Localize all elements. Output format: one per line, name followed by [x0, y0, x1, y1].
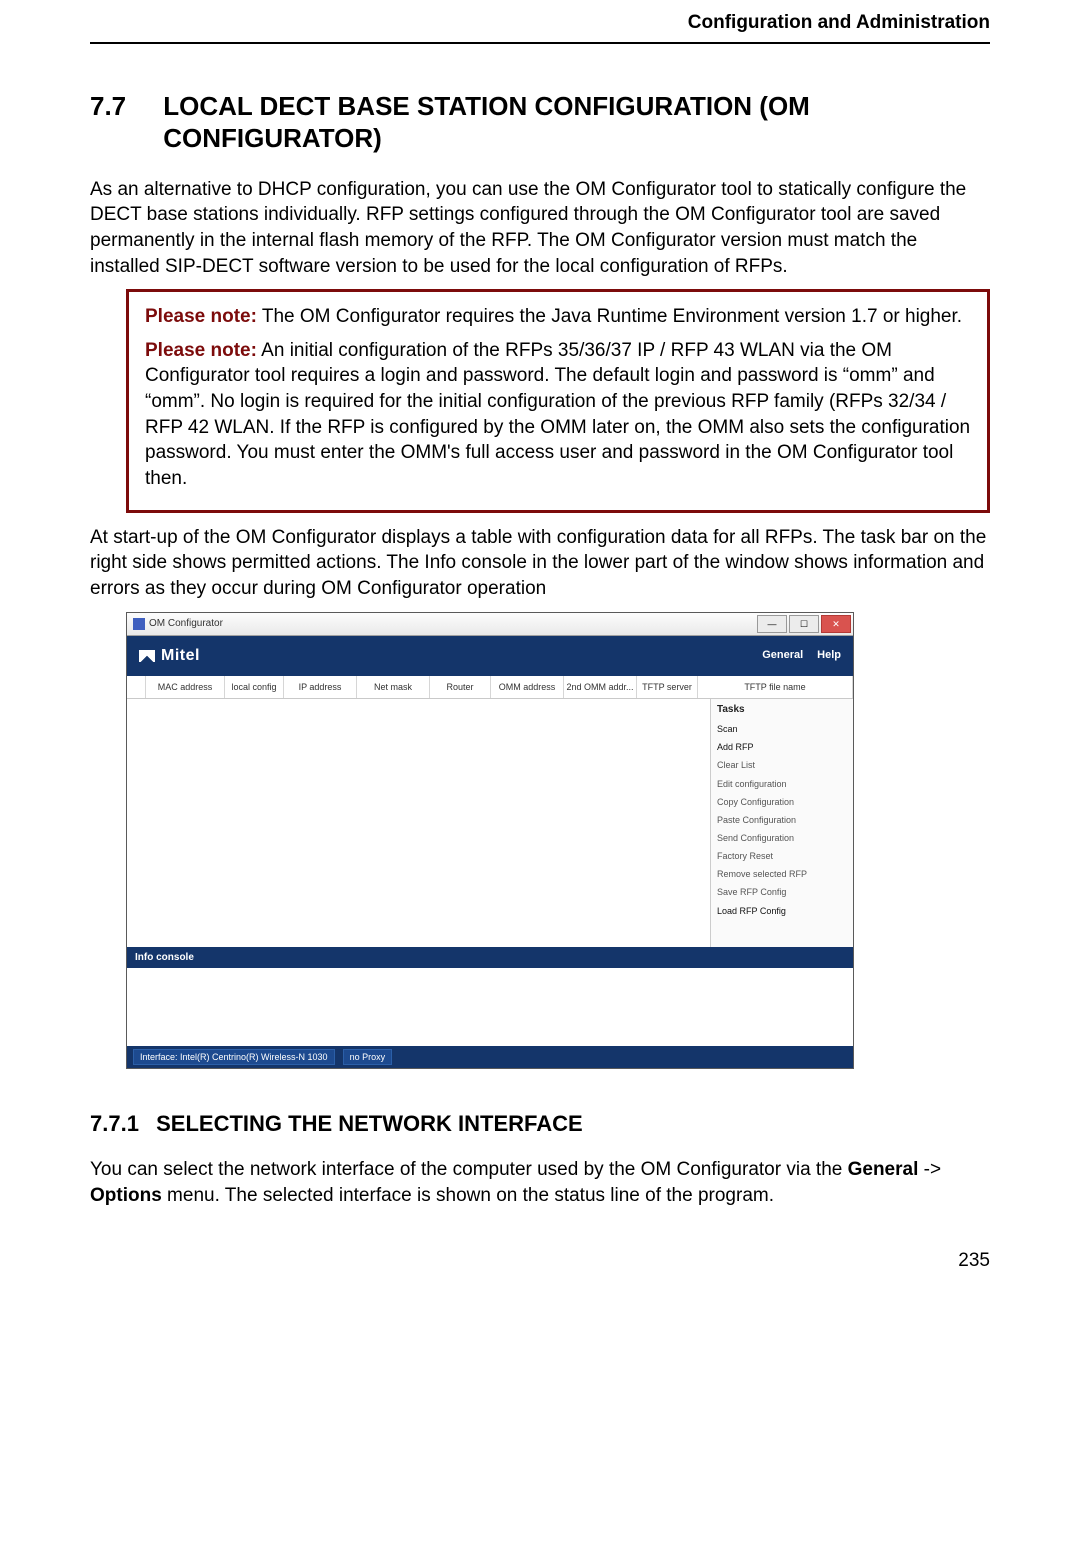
- task-factory-reset: Factory Reset: [717, 847, 847, 865]
- task-remove-rfp: Remove selected RFP: [717, 865, 847, 883]
- app-icon: [133, 618, 145, 630]
- task-add-rfp[interactable]: Add RFP: [717, 738, 847, 756]
- om-configurator-window: OM Configurator — ☐ ✕ Mitel General Help: [126, 612, 854, 1070]
- running-header: Configuration and Administration: [90, 10, 990, 44]
- col-omm2[interactable]: 2nd OMM addr...: [564, 676, 637, 698]
- note-box: Please note: The OM Configurator require…: [126, 289, 990, 512]
- task-send-config: Send Configuration: [717, 829, 847, 847]
- col-tftpfile[interactable]: TFTP file name: [698, 676, 853, 698]
- task-scan[interactable]: Scan: [717, 720, 847, 738]
- note-label: Please note:: [145, 340, 257, 361]
- task-edit-config: Edit configuration: [717, 775, 847, 793]
- task-paste-config: Paste Configuration: [717, 811, 847, 829]
- arrow-text: ->: [918, 1159, 941, 1180]
- info-console-body[interactable]: [127, 968, 853, 1046]
- subsection-number: 7.7.1: [90, 1109, 150, 1139]
- subsection-heading: 7.7.1 SELECTING THE NETWORK INTERFACE: [90, 1109, 990, 1139]
- brand-text: Mitel: [161, 645, 200, 667]
- section-heading: 7.7 LOCAL DECT BASE STATION CONFIGURATIO…: [90, 90, 990, 155]
- section-number: 7.7: [90, 90, 146, 123]
- col-mac[interactable]: MAC address: [146, 676, 225, 698]
- brand-logo: Mitel: [139, 645, 200, 667]
- note-text: The OM Configurator requires the Java Ru…: [262, 306, 962, 327]
- menu-general[interactable]: General: [762, 648, 803, 663]
- status-proxy: no Proxy: [343, 1049, 393, 1065]
- menu-bold-1: General: [848, 1159, 919, 1180]
- task-save-rfp-config: Save RFP Config: [717, 883, 847, 901]
- note-label: Please note:: [145, 306, 257, 327]
- menu-help[interactable]: Help: [817, 648, 841, 663]
- task-load-rfp-config[interactable]: Load RFP Config: [717, 902, 847, 920]
- menu-bold-2: Options: [90, 1185, 162, 1206]
- after-notes-paragraph: At start-up of the OM Configurator displ…: [90, 525, 990, 602]
- table-header-row: MAC address local config IP address Net …: [127, 676, 853, 699]
- task-clear-list: Clear List: [717, 756, 847, 774]
- note-text: An initial configuration of the RFPs 35/…: [145, 340, 970, 489]
- tasks-heading: Tasks: [717, 703, 847, 717]
- bowtie-icon: [139, 650, 155, 662]
- page-number: 235: [90, 1248, 990, 1274]
- col-select[interactable]: [127, 676, 146, 698]
- col-netmask[interactable]: Net mask: [357, 676, 430, 698]
- tasks-panel: Tasks Scan Add RFP Clear List Edit confi…: [710, 699, 853, 947]
- note-1: Please note: The OM Configurator require…: [145, 304, 971, 330]
- col-router[interactable]: Router: [430, 676, 491, 698]
- maximize-button[interactable]: ☐: [789, 615, 819, 633]
- info-console-header: Info console: [127, 947, 853, 969]
- body-post: menu. The selected interface is shown on…: [162, 1185, 774, 1206]
- table-body[interactable]: [127, 699, 710, 947]
- subsection-body: You can select the network interface of …: [90, 1157, 990, 1208]
- status-bar: Interface: Intel(R) Centrino(R) Wireless…: [127, 1046, 853, 1068]
- close-button[interactable]: ✕: [821, 615, 851, 633]
- brand-bar: Mitel General Help: [127, 636, 853, 676]
- status-interface: Interface: Intel(R) Centrino(R) Wireless…: [133, 1049, 335, 1065]
- window-titlebar: OM Configurator — ☐ ✕: [127, 613, 853, 636]
- section-title: LOCAL DECT BASE STATION CONFIGURATION (O…: [163, 90, 963, 155]
- col-omm[interactable]: OMM address: [491, 676, 564, 698]
- col-ip[interactable]: IP address: [284, 676, 357, 698]
- task-copy-config: Copy Configuration: [717, 793, 847, 811]
- col-localconfig[interactable]: local config: [225, 676, 284, 698]
- body-pre: You can select the network interface of …: [90, 1159, 848, 1180]
- minimize-button[interactable]: —: [757, 615, 787, 633]
- note-2: Please note: An initial configuration of…: [145, 338, 971, 492]
- col-tftpserver[interactable]: TFTP server: [637, 676, 698, 698]
- subsection-title: SELECTING THE NETWORK INTERFACE: [156, 1111, 583, 1136]
- intro-paragraph: As an alternative to DHCP configuration,…: [90, 177, 990, 280]
- app-screenshot: OM Configurator — ☐ ✕ Mitel General Help: [126, 612, 854, 1070]
- window-title-text: OM Configurator: [149, 617, 223, 631]
